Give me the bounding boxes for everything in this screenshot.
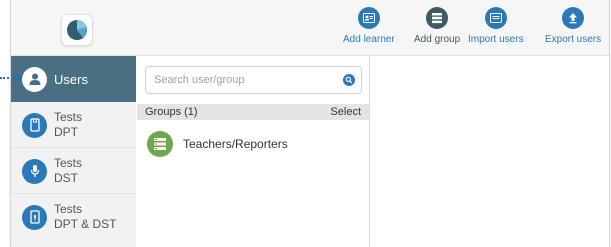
- tablet-icon: [22, 112, 47, 138]
- import-users-icon: [484, 7, 507, 29]
- sidebar-item-line1: Tests: [54, 156, 83, 170]
- import-users-button[interactable]: Import users: [468, 7, 524, 46]
- export-users-icon: [562, 7, 585, 29]
- user-group-panel: Groups (1) Select Teachers/Reporters: [137, 56, 370, 247]
- search-box: [145, 66, 362, 94]
- top-toolbar: Add learner Add group Import users Expor…: [11, 0, 609, 56]
- sidebar-item-label: Users: [54, 71, 88, 87]
- sidebar-item-line2: DPT & DST: [54, 217, 117, 231]
- add-learner-button[interactable]: Add learner: [343, 7, 395, 46]
- add-group-button[interactable]: Add group: [414, 7, 460, 46]
- export-users-label: Export users: [545, 34, 602, 45]
- group-name: Teachers/Reporters: [183, 137, 288, 151]
- groups-count: Groups (1): [145, 106, 198, 118]
- group-list-icon: [147, 131, 173, 157]
- add-learner-icon: [357, 7, 380, 29]
- sidebar-item-line2: DST: [54, 171, 78, 185]
- add-group-label: Add group: [414, 34, 461, 45]
- add-learner-label: Add learner: [343, 34, 395, 45]
- user-icon: [22, 66, 47, 92]
- detail-panel: [370, 56, 609, 247]
- sidebar-item-users[interactable]: Users: [11, 56, 136, 102]
- list-item[interactable]: Teachers/Reporters: [137, 126, 369, 162]
- sidebar-item-label: Tests DST: [54, 156, 82, 186]
- select-link[interactable]: Select: [330, 104, 361, 120]
- tablet-audio-icon: [22, 204, 47, 230]
- app-window: Add learner Add group Import users Expor…: [10, 0, 610, 247]
- search-icon[interactable]: [343, 74, 355, 86]
- export-users-button[interactable]: Export users: [545, 7, 601, 46]
- pointer-dot: [13, 74, 21, 82]
- sidebar-item-label: Tests DPT & DST: [54, 202, 116, 232]
- groups-header: Groups (1) Select: [137, 104, 369, 120]
- sidebar-nav: Users Tests DPT Tests DST Tests DPT & DS…: [11, 56, 136, 247]
- sidebar-item-tests-dst[interactable]: Tests DST: [11, 148, 136, 194]
- add-group-icon: [426, 7, 449, 29]
- sidebar-item-line2: DPT: [54, 125, 78, 139]
- search-input[interactable]: [152, 70, 336, 90]
- sidebar-item-label: Tests DPT: [54, 110, 82, 140]
- sidebar-item-tests-dpt-dst[interactable]: Tests DPT & DST: [11, 194, 136, 240]
- sidebar-item-line1: Tests: [54, 202, 83, 216]
- sidebar-item-line1: Tests: [54, 110, 83, 124]
- sidebar-item-tests-dpt[interactable]: Tests DPT: [11, 102, 136, 148]
- pie-chart-icon[interactable]: [61, 14, 93, 46]
- microphone-icon: [22, 158, 47, 184]
- import-users-label: Import users: [468, 34, 524, 45]
